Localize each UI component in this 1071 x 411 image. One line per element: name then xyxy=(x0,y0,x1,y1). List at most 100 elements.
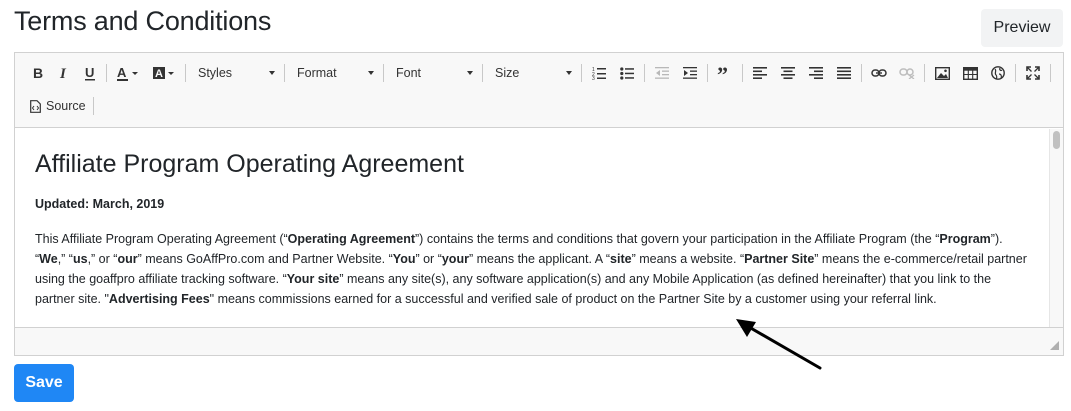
text-color-icon: A xyxy=(117,66,138,81)
numbered-list-icon: 123 xyxy=(592,67,606,80)
toolbar-separator xyxy=(185,64,186,82)
size-dropdown[interactable]: Size xyxy=(486,60,578,86)
image-button[interactable] xyxy=(928,60,956,86)
link-button[interactable] xyxy=(865,60,893,86)
bold-term: Program xyxy=(939,232,991,246)
bold-icon: B xyxy=(33,66,43,80)
styles-dropdown[interactable]: Styles xyxy=(189,60,281,86)
bold-term: site xyxy=(610,252,632,266)
paragraph-text: ” means the applicant. A “ xyxy=(468,252,611,266)
numbered-list-button[interactable]: 123 xyxy=(585,60,613,86)
iframe-button[interactable] xyxy=(984,60,1012,86)
image-icon xyxy=(934,66,950,80)
rich-text-editor: B I U A A Styles Format Font Size 1 2 3 … xyxy=(14,52,1064,356)
source-icon xyxy=(30,99,41,113)
chevron-down-icon xyxy=(566,71,572,75)
bold-term: us xyxy=(72,252,88,266)
scrollbar-thumb[interactable] xyxy=(1053,131,1060,149)
toolbar-row-1: B I U A A Styles Format Font Size 1 2 3 … xyxy=(25,60,1054,86)
toolbar-separator xyxy=(644,64,645,82)
outdent-button[interactable] xyxy=(648,60,676,86)
bulleted-list-icon xyxy=(620,67,634,80)
editor-content-area[interactable]: Affiliate Program Operating Agreement Up… xyxy=(15,129,1049,327)
font-dropdown[interactable]: Font xyxy=(387,60,479,86)
unlink-button[interactable] xyxy=(893,60,921,86)
blockquote-button[interactable]: ” xyxy=(711,60,739,86)
paragraph-text: ” or “ xyxy=(415,252,442,266)
paragraph-text: This Affiliate Program Operating Agreeme… xyxy=(35,232,288,246)
align-right-icon xyxy=(809,67,823,79)
align-center-icon xyxy=(781,67,795,79)
paragraph-text: ,” or “ xyxy=(87,252,118,266)
paragraph-text: ” means a website. “ xyxy=(631,252,745,266)
svg-text:I: I xyxy=(59,66,67,80)
source-button[interactable]: Source xyxy=(25,93,90,119)
svg-text:A: A xyxy=(155,68,163,80)
indent-icon xyxy=(683,67,697,79)
toolbar-separator xyxy=(707,64,708,82)
format-dropdown[interactable]: Format xyxy=(288,60,380,86)
bold-term: your xyxy=(441,252,469,266)
toolbar-separator xyxy=(581,64,582,82)
page-title: Terms and Conditions xyxy=(14,6,272,36)
toolbar-separator xyxy=(861,64,862,82)
align-right-button[interactable] xyxy=(802,60,830,86)
updated-date: Updated: March, 2019 xyxy=(35,197,165,211)
toolbar-separator xyxy=(1015,64,1016,82)
toolbar-separator xyxy=(1050,64,1051,82)
toolbar-separator xyxy=(92,97,94,115)
background-color-icon: A xyxy=(153,66,174,80)
bold-term: Operating Agreement xyxy=(287,232,416,246)
align-left-button[interactable] xyxy=(746,60,774,86)
svg-text:”: ” xyxy=(717,66,728,80)
maximize-button[interactable] xyxy=(1019,60,1047,86)
justify-button[interactable] xyxy=(830,60,858,86)
unlink-icon xyxy=(899,68,915,79)
link-icon xyxy=(871,69,887,77)
align-center-button[interactable] xyxy=(774,60,802,86)
editor-status-bar xyxy=(15,327,1063,355)
background-color-button[interactable]: A xyxy=(146,60,182,86)
justify-icon xyxy=(837,67,851,79)
bulleted-list-button[interactable] xyxy=(613,60,641,86)
toolbar-separator xyxy=(742,64,743,82)
toolbar-separator xyxy=(284,64,285,82)
svg-text:B: B xyxy=(33,66,43,80)
italic-icon: I xyxy=(59,66,67,80)
annotation-arrow-icon xyxy=(736,319,822,370)
bold-term: We xyxy=(39,252,58,266)
table-button[interactable] xyxy=(956,60,984,86)
underline-button[interactable]: U xyxy=(77,60,103,86)
size-dropdown-label: Size xyxy=(495,66,520,80)
bold-term: Advertising Fees xyxy=(108,292,210,306)
bold-term: Partner Site xyxy=(744,252,815,266)
format-dropdown-label: Format xyxy=(297,66,337,80)
toolbar-separator xyxy=(924,64,925,82)
vertical-scrollbar[interactable] xyxy=(1049,129,1063,327)
chevron-down-icon xyxy=(368,71,374,75)
document-heading: Affiliate Program Operating Agreement xyxy=(35,150,464,178)
underline-icon: U xyxy=(85,66,95,80)
outdent-icon xyxy=(655,67,669,79)
chevron-down-icon xyxy=(467,71,473,75)
resize-handle-icon[interactable] xyxy=(1050,341,1059,350)
toolbar-separator xyxy=(482,64,483,82)
bold-term: You xyxy=(392,252,416,266)
svg-text:A: A xyxy=(117,66,127,80)
preview-button[interactable]: Preview xyxy=(981,9,1063,47)
toolbar-separator xyxy=(106,64,107,82)
text-color-button[interactable]: A xyxy=(110,60,146,86)
bold-button[interactable]: B xyxy=(25,60,51,86)
indent-button[interactable] xyxy=(676,60,704,86)
maximize-icon xyxy=(1026,66,1040,80)
save-button[interactable]: Save xyxy=(14,364,74,402)
italic-button[interactable]: I xyxy=(51,60,77,86)
font-dropdown-label: Font xyxy=(396,66,422,80)
chevron-down-icon xyxy=(269,71,275,75)
toolbar-separator xyxy=(383,64,384,82)
svg-text:U: U xyxy=(85,66,94,80)
paragraph-text: ,” “ xyxy=(57,252,73,266)
paragraph-text: ”) contains the terms and conditions tha… xyxy=(415,232,940,246)
paragraph-text: " means commissions earned for a success… xyxy=(209,292,937,306)
svg-text:3: 3 xyxy=(592,76,595,80)
